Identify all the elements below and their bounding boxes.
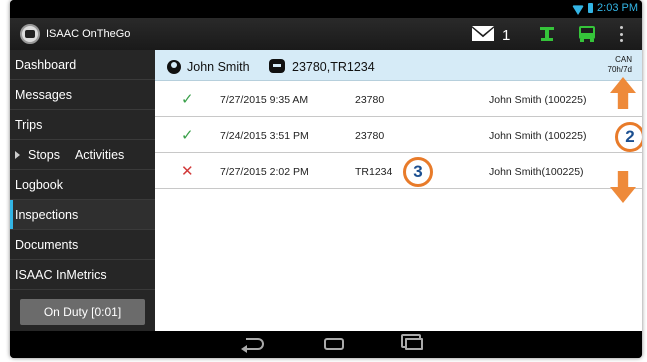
system-nav-bar xyxy=(10,331,642,358)
inspection-driver: John Smith (100225) xyxy=(489,94,587,106)
mail-icon[interactable] xyxy=(472,26,494,41)
wifi-icon xyxy=(572,3,584,13)
inspection-unit: 23780 xyxy=(355,94,385,106)
truck-icon[interactable] xyxy=(578,25,596,43)
mail-count: 1 xyxy=(502,27,511,44)
inspection-date: 7/27/2015 2:02 PM xyxy=(220,166,309,178)
callout-badge-3: 3 xyxy=(403,157,433,187)
check-icon: ✓ xyxy=(181,91,194,108)
duty-status-button[interactable]: On Duty [0:01] xyxy=(20,299,145,325)
back-icon[interactable] xyxy=(241,338,264,353)
sidebar-item-logbook[interactable]: Logbook xyxy=(10,170,155,200)
overflow-menu-icon[interactable] xyxy=(618,26,624,42)
callout-badge-2: 2 xyxy=(615,122,642,152)
sidebar-item-trips[interactable]: Trips xyxy=(10,110,155,140)
sidebar-item-documents[interactable]: Documents xyxy=(10,230,155,260)
inspections-panel: John Smith 23780,TR1234 CAN 70h/7d ✓ 7/2… xyxy=(155,50,642,331)
recent-apps-icon[interactable] xyxy=(405,338,423,350)
inspection-unit: TR1234 xyxy=(355,166,393,178)
app-bar: ISAAC OnTheGo 1 xyxy=(10,18,642,50)
inspection-date: 7/27/2015 9:35 AM xyxy=(220,94,309,106)
inspection-row[interactable]: ✓ 7/27/2015 9:35 AM 23780 John Smith (10… xyxy=(155,81,642,117)
sidebar-item-messages[interactable]: Messages xyxy=(10,80,155,110)
clock: 2:03 PM xyxy=(597,2,638,14)
inspection-driver: John Smith(100225) xyxy=(489,166,584,178)
inspection-row[interactable]: ✓ 7/24/2015 3:51 PM 23780 John Smith (10… xyxy=(155,117,642,153)
can-label: CAN xyxy=(615,55,632,64)
user-icon xyxy=(167,60,181,74)
expand-arrow-icon[interactable] xyxy=(15,150,20,159)
sidebar-item-label: ISAAC InMetrics xyxy=(15,267,107,282)
can-status: CAN 70h/7d xyxy=(608,55,632,75)
status-bar: 2:03 PM xyxy=(10,0,642,18)
inspection-unit: 23780 xyxy=(355,130,385,142)
sidebar-item-stops[interactable]: Stops xyxy=(28,148,60,162)
inspection-date: 7/24/2015 3:51 PM xyxy=(220,130,309,142)
sidebar-item-inspections[interactable]: Inspections xyxy=(10,200,155,230)
vehicle-icon xyxy=(269,59,285,73)
sidebar-item-activities[interactable]: Activities xyxy=(75,148,124,162)
sidebar-item-label: Inspections xyxy=(15,207,79,222)
driver-header: John Smith 23780,TR1234 CAN 70h/7d xyxy=(155,50,642,81)
antenna-icon[interactable] xyxy=(538,25,556,43)
home-icon[interactable] xyxy=(324,338,344,350)
sidebar-item-label: Documents xyxy=(15,237,79,252)
hours-cycle: 70h/7d xyxy=(607,65,632,74)
inspection-driver: John Smith (100225) xyxy=(489,130,587,142)
fail-x-icon: ✕ xyxy=(181,163,194,180)
app-title: ISAAC OnTheGo xyxy=(46,28,131,40)
vehicle-ids: 23780,TR1234 xyxy=(292,60,375,74)
inspection-list: ✓ 7/27/2015 9:35 AM 23780 John Smith (10… xyxy=(155,81,642,189)
sidebar-item-dashboard[interactable]: Dashboard xyxy=(10,50,155,80)
sidebar-item-label: Trips xyxy=(15,117,43,132)
driver-name: John Smith xyxy=(187,60,250,74)
inspection-row[interactable]: ✕ 7/27/2015 2:02 PM TR1234 John Smith(10… xyxy=(155,153,642,189)
battery-icon xyxy=(588,3,594,13)
sidebar-item-label: Dashboard xyxy=(15,57,77,72)
check-icon: ✓ xyxy=(181,127,194,144)
app-logo-icon xyxy=(20,24,40,44)
device-screen: 2:03 PM ISAAC OnTheGo 1 Dashboard Messag… xyxy=(10,0,642,358)
sidebar-item-label: Logbook xyxy=(15,177,63,192)
sidebar-item-inmetrics[interactable]: ISAAC InMetrics xyxy=(10,260,155,290)
sidebar-item-label: Messages xyxy=(15,87,72,102)
sidebar-item-stops-activities: Stops Activities xyxy=(10,140,155,170)
sidebar: Dashboard Messages Trips Stops Activitie… xyxy=(10,50,155,331)
